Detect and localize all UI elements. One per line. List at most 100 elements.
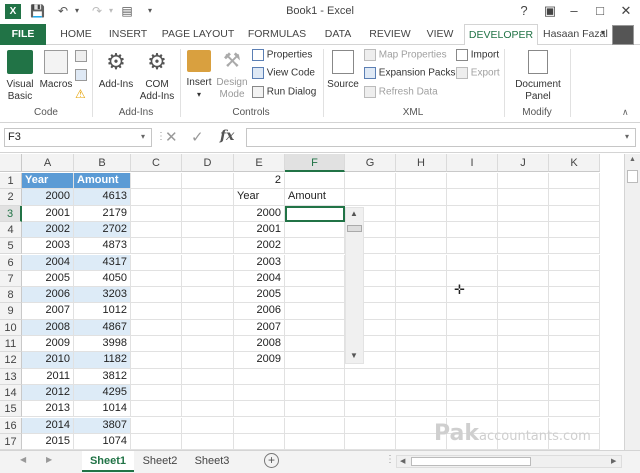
macros-button[interactable]: Macros [38,48,74,104]
cell-b10[interactable]: 4867 [74,319,131,336]
cell-f11[interactable] [285,336,345,353]
row-header-1[interactable]: 1 [0,173,22,190]
cell-e17[interactable] [234,433,285,450]
macro-security-icon[interactable]: ⚠ [75,87,86,101]
cell-k7[interactable] [549,270,600,288]
row-header-6[interactable]: 6 [0,254,22,271]
collapse-ribbon-icon[interactable]: ∧ [622,107,629,118]
cell-j4[interactable] [498,221,549,239]
cell-e6[interactable]: 2003 [234,254,285,271]
cell-a15[interactable]: 2013 [22,401,74,418]
tab-developer[interactable]: DEVELOPER [464,24,538,46]
row-header-16[interactable]: 16 [0,417,22,434]
cell-c5[interactable] [131,238,182,255]
row-header-17[interactable]: 17 [0,433,22,450]
cell-h5[interactable] [396,238,447,255]
cell-b8[interactable]: 3203 [74,287,131,304]
cell-i15[interactable] [447,401,498,418]
cell-i10[interactable] [447,319,498,336]
cell-i11[interactable] [447,336,498,353]
cell-c9[interactable] [131,303,182,320]
cell-j1[interactable] [498,173,549,190]
cell-d8[interactable] [182,287,234,304]
cell-h13[interactable] [396,368,447,385]
cell-j15[interactable] [498,401,549,418]
cell-h6[interactable] [396,254,447,271]
tab-page-layout[interactable]: PAGE LAYOUT [158,24,238,45]
tab-home[interactable]: HOME [52,24,100,45]
cell-b15[interactable]: 1014 [74,401,131,418]
cell-g17[interactable] [345,433,396,450]
cell-f1[interactable] [285,173,345,190]
cell-b7[interactable]: 4050 [74,270,131,288]
cell-e13[interactable] [234,368,285,385]
source-button[interactable]: Source [326,48,360,104]
cell-d14[interactable] [182,384,234,402]
cell-k14[interactable] [549,384,600,402]
cell-k4[interactable] [549,221,600,239]
scroll-up-icon[interactable]: ▲ [350,209,358,218]
cell-f9[interactable] [285,303,345,320]
new-sheet-icon[interactable]: + [264,453,279,468]
relative-references-icon[interactable] [75,69,87,81]
cell-k5[interactable] [549,238,600,255]
cell-j3[interactable] [498,205,549,222]
scroll-up-arrow-icon[interactable]: ▲ [629,156,636,163]
row-header-3[interactable]: 3 [0,205,22,222]
import-button[interactable]: Import [456,49,499,62]
cell-k13[interactable] [549,368,600,385]
active-cell-f3[interactable] [285,205,345,222]
cell-j12[interactable] [498,352,549,369]
cell-h15[interactable] [396,401,447,418]
cell-h11[interactable] [396,336,447,353]
cell-i5[interactable] [447,238,498,255]
cell-h10[interactable] [396,319,447,336]
cell-k10[interactable] [549,319,600,336]
user-dropdown-icon[interactable]: ▾ [601,28,605,37]
cell-e12[interactable]: 2009 [234,352,285,369]
document-panel-button[interactable]: Document Panel [510,48,566,104]
row-header-2[interactable]: 2 [0,189,22,206]
cell-d4[interactable] [182,221,234,239]
cell-d12[interactable] [182,352,234,369]
cell-d11[interactable] [182,336,234,353]
cell-f17[interactable] [285,433,345,450]
cell-h7[interactable] [396,270,447,288]
row-header-12[interactable]: 12 [0,352,22,369]
cell-a8[interactable]: 2006 [22,287,74,304]
cell-h2[interactable] [396,189,447,206]
cell-e4[interactable]: 2001 [234,221,285,239]
formula-input[interactable] [246,128,636,147]
row-header-15[interactable]: 15 [0,401,22,418]
row-header-7[interactable]: 7 [0,270,22,288]
cell-g16[interactable] [345,417,396,434]
run-dialog-button[interactable]: Run Dialog [252,86,316,99]
cell-f4[interactable] [285,221,345,239]
cell-f5[interactable] [285,238,345,255]
cell-k2[interactable] [549,189,600,206]
cell-f7[interactable] [285,270,345,288]
cell-b2[interactable]: 4613 [74,189,131,206]
tab-insert[interactable]: INSERT [104,24,152,45]
cell-e5[interactable]: 2002 [234,238,285,255]
cell-c10[interactable] [131,319,182,336]
cell-e1[interactable]: 2 [234,173,285,190]
cell-j7[interactable] [498,270,549,288]
cell-f12[interactable] [285,352,345,369]
cell-i12[interactable] [447,352,498,369]
cell-g15[interactable] [345,401,396,418]
cell-j11[interactable] [498,336,549,353]
close-button[interactable]: ✕ [614,2,638,20]
cell-c16[interactable] [131,417,182,434]
scrollbar-control[interactable]: ▲ ▼ [345,207,364,364]
column-header-g[interactable]: G [345,154,396,172]
cell-i2[interactable] [447,189,498,206]
scroll-right-icon[interactable]: ▶ [611,457,616,465]
column-header-b[interactable]: B [74,154,131,172]
cell-d13[interactable] [182,368,234,385]
cell-i3[interactable] [447,205,498,222]
insert-function-icon[interactable]: fx [220,128,234,144]
cell-g1[interactable] [345,173,396,190]
cell-k1[interactable] [549,173,600,190]
cell-h1[interactable] [396,173,447,190]
